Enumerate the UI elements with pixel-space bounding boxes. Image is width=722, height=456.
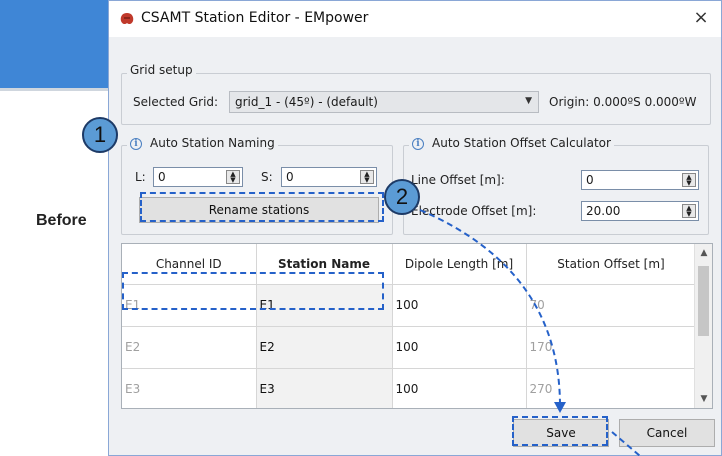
electrode-offset-label: Electrode Offset [m]: xyxy=(411,204,537,218)
table-vertical-scrollbar[interactable]: ▲ ▼ xyxy=(694,244,712,408)
electrode-offset-spinbox[interactable]: 20.00 ▲ ▼ xyxy=(581,201,699,221)
info-icon[interactable]: i xyxy=(412,137,424,150)
station-offset-cell: 170 xyxy=(526,326,697,369)
station-editor-dialog: CSAMT Station Editor - EMpower × Grid se… xyxy=(108,0,722,456)
offset-calculator-title: i Auto Station Offset Calculator xyxy=(409,136,614,150)
station-name-highlight-box xyxy=(122,272,384,310)
stations-table[interactable]: Channel ID Station Name Dipole Length [m… xyxy=(121,243,713,409)
origin-readout: Origin: 0.000ºS 0.000ºW xyxy=(549,95,697,109)
station-offset-cell: 270 xyxy=(526,368,697,408)
station-label: S: xyxy=(261,170,273,184)
before-label: Before xyxy=(36,212,87,229)
channel-id-cell: E3 xyxy=(122,368,257,408)
dipole-length-cell[interactable]: 100 xyxy=(392,284,527,327)
electrode-offset-value: 20.00 xyxy=(586,204,621,218)
station-number-spinbox[interactable]: 0 ▲ ▼ xyxy=(281,167,377,187)
line-offset-value: 0 xyxy=(586,173,594,187)
save-highlight-box xyxy=(512,416,608,446)
line-label: L: xyxy=(135,170,146,184)
window-title: CSAMT Station Editor - EMpower xyxy=(141,10,369,26)
chevron-down-icon: ▼ xyxy=(525,96,532,106)
dipole-length-cell[interactable]: 100 xyxy=(392,368,527,408)
close-icon[interactable]: × xyxy=(691,7,711,28)
station-name-cell[interactable]: E3 xyxy=(256,368,393,408)
column-header-station-offset[interactable]: Station Offset [m] xyxy=(526,244,697,285)
info-icon[interactable]: i xyxy=(130,137,142,150)
station-name-cell[interactable]: E2 xyxy=(256,326,393,369)
selected-grid-combobox[interactable]: grid_1 - (45º) - (default) ▼ xyxy=(229,91,539,113)
step-two-callout: 2 xyxy=(384,179,420,215)
empower-app-icon xyxy=(120,13,134,25)
scroll-up-icon[interactable]: ▲ xyxy=(695,248,712,258)
spin-arrows-icon[interactable]: ▲ ▼ xyxy=(226,170,240,184)
spin-arrows-icon[interactable]: ▲ ▼ xyxy=(682,173,696,187)
station-number-value: 0 xyxy=(286,170,294,184)
scrollbar-thumb[interactable] xyxy=(698,266,709,336)
selected-grid-value: grid_1 - (45º) - (default) xyxy=(235,95,378,109)
cancel-button[interactable]: Cancel xyxy=(619,419,715,447)
line-number-spinbox[interactable]: 0 ▲ ▼ xyxy=(153,167,243,187)
step-one-callout: 1 xyxy=(82,117,118,153)
table-row[interactable]: E3 E3 100 270 xyxy=(122,368,697,408)
auto-naming-title-text: Auto Station Naming xyxy=(150,136,275,150)
spin-arrows-icon[interactable]: ▲ ▼ xyxy=(360,170,374,184)
offset-calculator-title-text: Auto Station Offset Calculator xyxy=(432,136,611,150)
rename-highlight-box xyxy=(140,192,384,222)
selected-grid-label: Selected Grid: xyxy=(133,95,219,109)
channel-id-cell: E2 xyxy=(122,326,257,369)
offset-calculator-group xyxy=(403,145,709,235)
dipole-length-cell[interactable]: 100 xyxy=(392,326,527,369)
scroll-down-icon[interactable]: ▼ xyxy=(695,394,712,404)
spin-arrows-icon[interactable]: ▲ ▼ xyxy=(682,204,696,218)
table-row[interactable]: E2 E2 100 170 xyxy=(122,326,697,369)
line-offset-label: Line Offset [m]: xyxy=(411,173,505,187)
column-header-dipole-length[interactable]: Dipole Length [m] xyxy=(392,244,527,285)
title-bar: CSAMT Station Editor - EMpower × xyxy=(109,1,721,37)
line-offset-spinbox[interactable]: 0 ▲ ▼ xyxy=(581,170,699,190)
station-offset-cell: 70 xyxy=(526,284,697,327)
auto-naming-title: i Auto Station Naming xyxy=(127,136,278,150)
line-number-value: 0 xyxy=(158,170,166,184)
grid-setup-title: Grid setup xyxy=(127,63,196,77)
